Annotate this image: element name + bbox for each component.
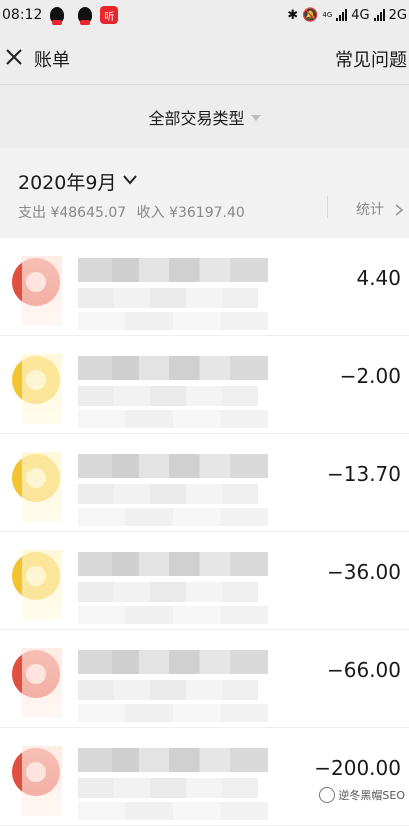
pixelated-mask [22, 746, 62, 816]
month-selector[interactable]: 2020年9月 [18, 168, 116, 195]
qq-icon [50, 7, 65, 25]
stats-link[interactable]: 统计 [356, 199, 384, 219]
title-bar: 账单 常见问题 [0, 30, 409, 85]
pixelated-mask [22, 354, 62, 424]
chevron-right-icon[interactable] [395, 204, 403, 216]
transaction-list: 4.40 −2.00 −13.70 −36.00 −66.00 −200.00 [0, 238, 409, 826]
transaction-row[interactable]: −200.00 [0, 728, 409, 826]
status-indicators: ✱ 🔕 4G 4G 2G [287, 0, 407, 30]
close-icon[interactable] [4, 47, 24, 67]
network-type-1: 4G [351, 7, 370, 23]
pixelated-time [78, 410, 268, 428]
pixelated-time [78, 312, 268, 330]
expense-total: 支出 ¥48645.07 [18, 205, 127, 221]
watermark-text: 逆冬黑帽SEO [338, 789, 405, 802]
volte-icon: 4G [322, 11, 333, 19]
watermark: 逆冬黑帽SEO [319, 787, 405, 803]
caret-down-icon [250, 114, 261, 121]
pixelated-mask [22, 452, 62, 522]
pixelated-merchant-name [78, 454, 268, 478]
pixelated-detail [78, 484, 258, 504]
pixelated-merchant-name [78, 356, 268, 380]
transaction-row[interactable]: −36.00 [0, 532, 409, 630]
pixelated-time [78, 606, 268, 624]
pixelated-merchant-name [78, 258, 268, 282]
divider [327, 196, 328, 218]
bluetooth-icon: ✱ [287, 7, 299, 23]
pixelated-time [78, 704, 268, 722]
pixelated-mask [22, 256, 62, 326]
qq-icon [78, 7, 93, 25]
chevron-down-icon[interactable] [123, 175, 137, 185]
transaction-row[interactable]: −2.00 [0, 336, 409, 434]
month-summary: 2020年9月 支出 ¥48645.07 收入 ¥36197.40 统计 [0, 148, 409, 238]
pixelated-time [78, 802, 268, 820]
transaction-amount: −200.00 [314, 756, 401, 780]
faq-link[interactable]: 常见问题 [335, 46, 407, 72]
transaction-amount: −13.70 [326, 462, 401, 486]
pixelated-mask [22, 648, 62, 718]
transaction-row[interactable]: 4.40 [0, 238, 409, 336]
signal-icon [373, 9, 385, 21]
pixelated-detail [78, 288, 258, 308]
pixelated-merchant-name [78, 748, 268, 772]
pixelated-mask [22, 550, 62, 620]
status-time: 08:12 [2, 7, 43, 23]
pixelated-detail [78, 386, 258, 406]
transaction-row[interactable]: −13.70 [0, 434, 409, 532]
transaction-type-filter[interactable]: 全部交易类型 [0, 85, 409, 148]
transaction-amount: −66.00 [326, 658, 401, 682]
wechat-channel-icon [319, 787, 336, 803]
transaction-amount: −2.00 [339, 364, 401, 388]
mute-icon: 🔕 [302, 7, 319, 23]
pixelated-time [78, 508, 268, 526]
pixelated-merchant-name [78, 650, 268, 674]
status-bar: 08:12 听 ✱ 🔕 4G 4G 2G [0, 0, 409, 30]
pixelated-detail [78, 680, 258, 700]
pixelated-detail [78, 778, 258, 798]
income-total: 收入 ¥36197.40 [136, 205, 245, 221]
pixelated-merchant-name [78, 552, 268, 576]
ting-app-icon: 听 [100, 6, 119, 24]
signal-icon [336, 9, 348, 21]
network-type-2: 2G [388, 7, 407, 23]
totals: 支出 ¥48645.07 收入 ¥36197.40 [18, 202, 251, 222]
transaction-amount: 4.40 [356, 266, 401, 290]
page-title: 账单 [34, 50, 70, 71]
pixelated-detail [78, 582, 258, 602]
transaction-amount: −36.00 [326, 560, 401, 584]
transaction-row[interactable]: −66.00 [0, 630, 409, 728]
filter-label: 全部交易类型 [148, 108, 245, 128]
